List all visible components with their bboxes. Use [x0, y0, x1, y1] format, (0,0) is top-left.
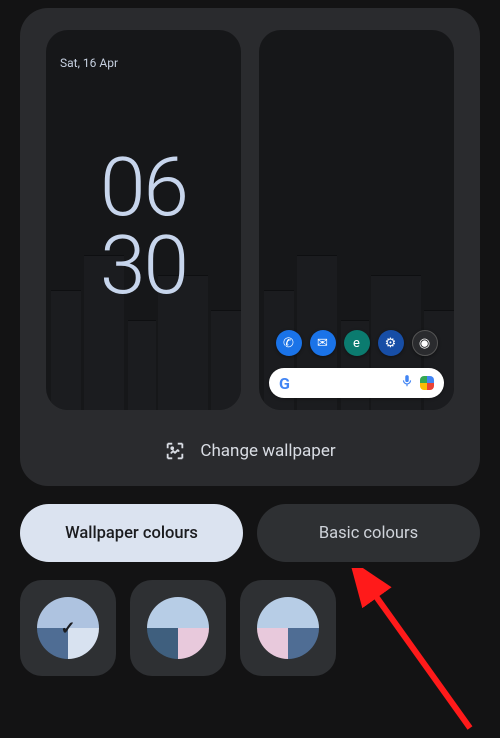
tab-wallpaper-colours[interactable]: Wallpaper colours — [20, 504, 243, 562]
settings-app-icon: ⚙ — [378, 330, 404, 356]
homescreen-preview[interactable]: ✆ ✉ e ⚙ ◉ G — [259, 30, 454, 410]
check-icon: ✓ — [60, 618, 75, 639]
colour-swatch-row: ✓ — [20, 580, 480, 676]
google-g-icon: G — [279, 374, 290, 393]
mic-icon — [400, 374, 414, 392]
phone-app-icon: ✆ — [276, 330, 302, 356]
lockscreen-date: Sat, 16 Apr — [60, 56, 118, 70]
clock-minutes: 30 — [46, 228, 241, 306]
change-wallpaper-button[interactable]: Change wallpaper — [38, 440, 462, 462]
messages-app-icon: ✉ — [310, 330, 336, 356]
tab-basic-label: Basic colours — [319, 524, 418, 543]
google-search-bar: G — [269, 368, 444, 398]
swatch-circle — [257, 597, 319, 659]
edge-app-icon: e — [344, 330, 370, 356]
lens-icon — [420, 376, 434, 390]
preview-row: Sat, 16 Apr 06 30 ✆ ✉ e ⚙ ◉ G — [38, 30, 462, 410]
colour-swatch-2[interactable] — [130, 580, 226, 676]
dock-row: ✆ ✉ e ⚙ ◉ — [259, 330, 454, 356]
tab-wallpaper-label: Wallpaper colours — [65, 524, 198, 543]
colour-source-tabs: Wallpaper colours Basic colours — [20, 504, 480, 562]
wallpaper-preview-card: Sat, 16 Apr 06 30 ✆ ✉ e ⚙ ◉ G — [20, 8, 480, 486]
colour-swatch-3[interactable] — [240, 580, 336, 676]
change-wallpaper-label: Change wallpaper — [200, 441, 335, 461]
tab-basic-colours[interactable]: Basic colours — [257, 504, 480, 562]
colour-swatch-1[interactable]: ✓ — [20, 580, 116, 676]
clock-hours: 06 — [46, 150, 241, 228]
camera-app-icon: ◉ — [412, 330, 438, 356]
lockscreen-clock: 06 30 — [46, 150, 241, 306]
swatch-circle — [147, 597, 209, 659]
wallpaper-icon — [164, 440, 186, 462]
lockscreen-preview[interactable]: Sat, 16 Apr 06 30 — [46, 30, 241, 410]
